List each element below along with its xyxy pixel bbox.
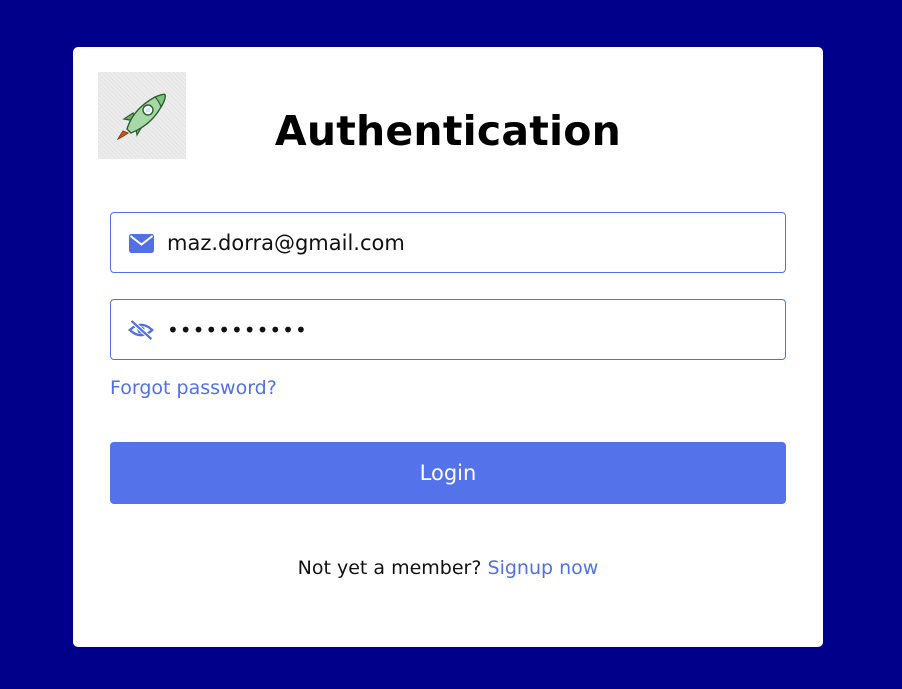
email-input[interactable] (167, 213, 767, 272)
signup-prompt-line: Not yet a member? Signup now (73, 555, 823, 581)
login-button[interactable]: Login (110, 442, 786, 504)
signup-prompt-text: Not yet a member? (297, 557, 482, 579)
eye-slash-icon[interactable] (128, 318, 154, 342)
forgot-password-link[interactable]: Forgot password? (110, 375, 277, 401)
email-field[interactable] (110, 212, 786, 273)
signup-link[interactable]: Signup now (488, 557, 599, 579)
password-field[interactable] (110, 299, 786, 360)
page-title: Authentication (274, 107, 622, 155)
envelope-icon (128, 231, 154, 255)
auth-card: Authentication Forgot password? Login No… (73, 47, 823, 647)
password-input[interactable] (167, 300, 767, 359)
